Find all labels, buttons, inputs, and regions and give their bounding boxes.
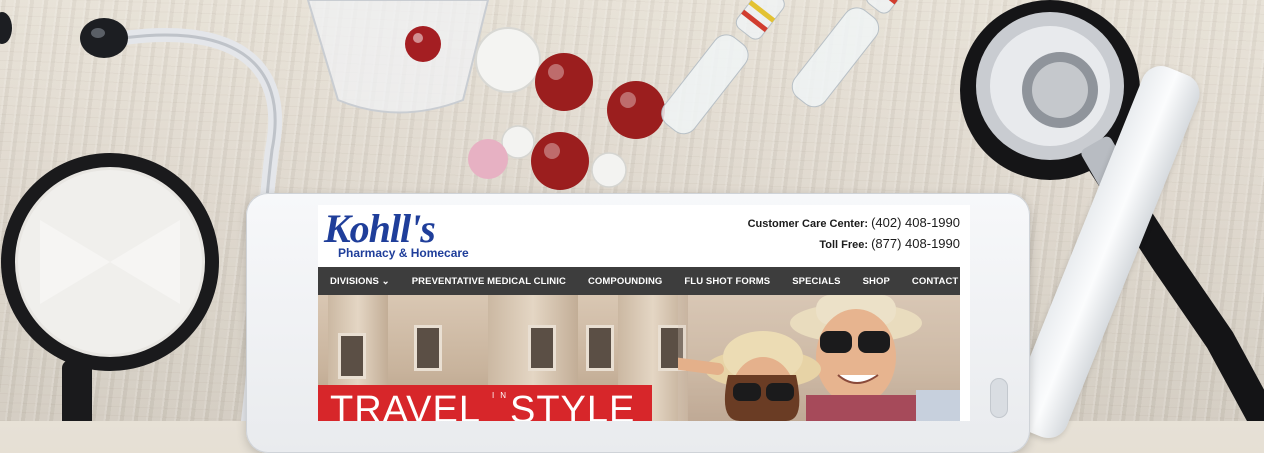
building-window xyxy=(338,333,366,379)
travelers-photo xyxy=(678,295,960,421)
website-screen: Kohll's Pharmacy & Homecare Customer Car… xyxy=(318,205,970,421)
logo-tagline: Pharmacy & Homecare xyxy=(338,246,469,260)
customer-care-contact: Customer Care Center: (402) 408-1990 xyxy=(748,215,960,230)
toll-free-contact: Toll Free: (877) 408-1990 xyxy=(819,236,960,251)
nav-item-compounding[interactable]: COMPOUNDING xyxy=(588,276,662,287)
logo-wordmark: Kohll's xyxy=(324,206,436,251)
travel-in-style-banner: TRAVEL IN STYLE xyxy=(318,385,652,421)
building-window xyxy=(528,325,556,371)
customer-care-label: Customer Care Center: xyxy=(747,218,869,230)
banner-word-in: IN xyxy=(492,391,512,400)
nav-item-shop[interactable]: SHOP xyxy=(863,276,890,287)
toll-free-number[interactable]: (877) 408-1990 xyxy=(871,236,960,251)
banner-word-style: STYLE xyxy=(510,389,636,421)
nav-item-specials[interactable]: SPECIALS xyxy=(792,276,840,287)
nav-item-divisions[interactable]: DIVISIONS ⌄ xyxy=(330,276,390,287)
toll-free-label: Toll Free: xyxy=(819,239,869,251)
site-logo[interactable]: Kohll's Pharmacy & Homecare xyxy=(324,206,469,261)
banner-word-travel: TRAVEL xyxy=(330,389,482,421)
hero-banner[interactable]: TRAVEL IN STYLE xyxy=(318,295,960,421)
building-window xyxy=(414,325,442,371)
building-window xyxy=(586,325,614,371)
main-navigation: DIVISIONS ⌄ PREVENTATIVE MEDICAL CLINIC … xyxy=(318,267,960,295)
magnifying-glass-icon xyxy=(1,153,219,421)
customer-care-number[interactable]: (402) 408-1990 xyxy=(871,215,960,230)
nav-item-flu-shot-forms[interactable]: FLU SHOT FORMS xyxy=(684,276,770,287)
tablet-home-button[interactable] xyxy=(990,378,1008,418)
ampoules-icon xyxy=(661,0,914,135)
nav-item-contact[interactable]: CONTACT xyxy=(912,276,958,287)
nav-item-preventative-medical-clinic[interactable]: PREVENTATIVE MEDICAL CLINIC xyxy=(412,276,566,287)
